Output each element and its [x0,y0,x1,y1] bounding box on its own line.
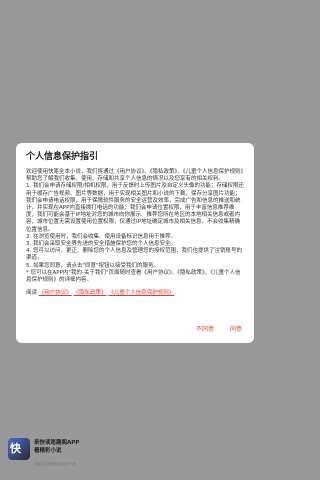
dialog-title: 个人信息保护指引 [26,152,99,162]
permission-paragraph: 1. 我们会申请存储权限/相机权限，用于反馈时上传图片及自定义头像的功能；存储权… [26,183,244,233]
child-privacy-link[interactable]: 《儿童个人信息保护规则》 [108,290,174,296]
consent-paragraph: 5. 如果您同意，请点击"同意"按钮以接受我们的服务。 [26,262,160,269]
agree-button[interactable]: 同意 [230,325,242,335]
note-paragraph: * 您可以在APP内"我的-关于我们"页面随时查看《用户协议》、《隐私政策》、《… [26,269,241,284]
brand-slogan: 看精彩小说 [34,448,62,454]
app-logo-icon: 快 [8,438,30,460]
intro-paragraph: 欢迎使用快笔全本小说，我们将通过《用户协议》、《隐私政策》、《儿童个人信息保护规… [26,169,244,183]
brand-name: 来快读笔趣阁APP [34,440,80,446]
dialog-body: 欢迎使用快笔全本小说，我们将通过《用户协议》、《隐私政策》、《儿童个人信息保护规… [26,169,244,284]
brand-copyright: 北京文汉德视文化旗下产品 [34,462,76,466]
disagree-button[interactable]: 不同意 [196,325,214,335]
rights-paragraph: 4. 您可以访问、更正、删除您的个人信息及管理您的授权范围，我们也提供了注销账号… [26,248,242,262]
logo-glyph: 快 [10,442,21,455]
brand-footer: 快 来快读笔趣阁APP 看精彩小说 北京文汉德视文化旗下产品 [8,438,208,472]
read-agreements-line: 阅读 《用户协议》 《隐私政策》 《儿童个人信息保护规则》 [26,290,244,297]
privacy-dialog: 个人信息保护指引 欢迎使用快笔全本小说，我们将通过《用户协议》、《隐私政策》、《… [16,143,254,343]
device-id-paragraph: 2. 在浏览使用时，我们会收集、使用设备标识信息用于推荐。 [26,233,176,240]
read-prefix: 阅读 [26,290,38,297]
dialog-actions: 不同意 同意 [16,325,254,335]
privacy-policy-link[interactable]: 《隐私政策》 [74,290,107,296]
user-agreement-link[interactable]: 《用户协议》 [39,290,72,296]
